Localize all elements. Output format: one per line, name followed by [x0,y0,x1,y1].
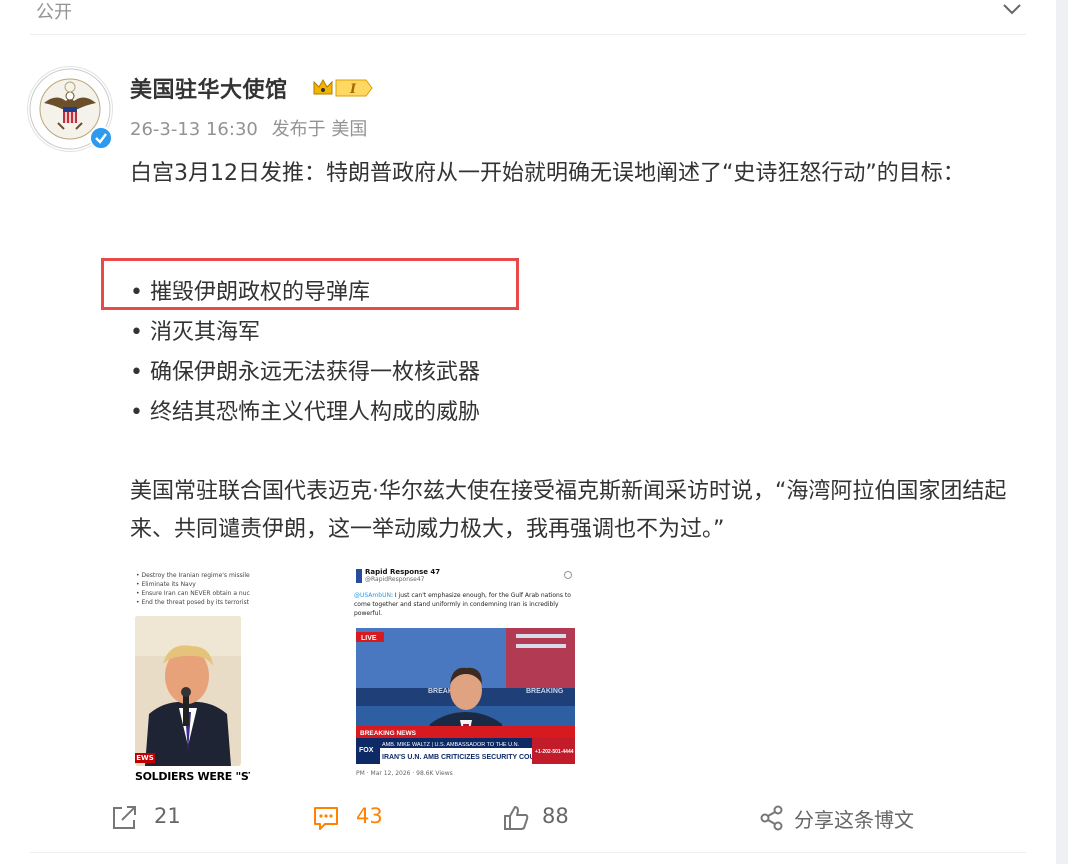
svg-text:FOX: FOX [359,747,374,754]
post-action-bar: 21 43 88 分享这条博文 [0,800,1056,840]
post-paragraph-1: 白宫3月12日发推：特朗普政府从一开始就明确无误地阐述了“史诗狂怒行动”的目标： [130,161,965,186]
verified-badge-icon [89,126,113,150]
share-button[interactable]: 分享这条博文 [758,800,958,836]
image-1-text: • Destroy the Iranian regime's missile a… [136,572,250,606]
comment-icon [312,804,340,832]
comment-count: 43 [356,804,383,828]
list-item: • 消灭其海军 [130,320,260,345]
member-level-text: I [349,82,357,97]
post-image-1[interactable]: • Destroy the Iranian regime's missile a… [130,563,250,783]
member-crown-icon[interactable]: I [312,76,374,100]
post-location: 发布于 美国 [271,119,368,140]
share-label: 分享这条博文 [794,808,914,832]
post-topbar: 公开 [0,0,1056,30]
page-scroll-gutter [1056,0,1068,864]
account-avatar [356,569,362,583]
more-icon [564,571,572,579]
tweet-header: Rapid Response 47 @RapidResponse47 [352,567,576,587]
repost-button[interactable]: 21 [110,800,210,836]
comment-button[interactable]: 43 [312,800,412,836]
news-tag: EWS [135,753,155,763]
repost-icon [110,804,138,832]
post-image-2[interactable]: Rapid Response 47 @RapidResponse47 @USAm… [352,563,576,783]
chevron-down-icon[interactable] [1000,0,1024,18]
live-tag: LIVE [361,635,377,642]
post-time[interactable]: 26-3-13 16:30 [130,119,258,140]
svg-text:+1-202-501-4444: +1-202-501-4444 [535,749,574,755]
divider [30,34,1026,35]
lower-third-top: AMB. MIKE WALTZ | U.S. AMBASSADOR TO THE… [382,742,520,748]
divider [30,852,1026,853]
tweet-footer: PM · Mar 12, 2026 · 98.6K Views [356,770,453,777]
post-paragraph-2: 美国常驻联合国代表迈克·华尔兹大使在接受福克斯新闻采访时说，“海湾阿拉伯国家团结… [130,479,1007,542]
list-item: • 终结其恐怖主义代理人构成的威胁 [130,400,480,425]
tweet-text: @USAmbUN: I just can't emphasize enough,… [354,591,576,618]
list-item: • 确保伊朗永远无法获得一枚核武器 [130,360,480,385]
repost-count: 21 [154,804,181,828]
account-name: Rapid Response 47 [365,568,441,576]
breaking-label-right: BREAKING [526,688,564,695]
post-meta: 26-3-13 16:30 发布于 美国 [130,115,375,141]
visibility-label: 公开 [36,2,72,23]
account-handle: @RapidResponse47 [365,576,425,583]
image-1-caption: SOLDIERS WERE "STEADF [135,770,250,783]
image-1-photo [135,616,241,766]
news-video-frame: LIVE BREAKING BREAKING BREAKING NEWS AMB… [356,628,575,764]
share-icon [758,804,786,832]
tweet-mention: @USAmbUN [354,592,391,599]
like-button[interactable]: 88 [502,800,602,836]
svg-text:BREAKING NEWS: BREAKING NEWS [360,730,417,737]
thumbs-up-icon [502,804,530,832]
author-name[interactable]: 美国驻华大使馆 [130,72,288,104]
like-count: 88 [542,804,569,828]
highlight-box [101,258,519,310]
